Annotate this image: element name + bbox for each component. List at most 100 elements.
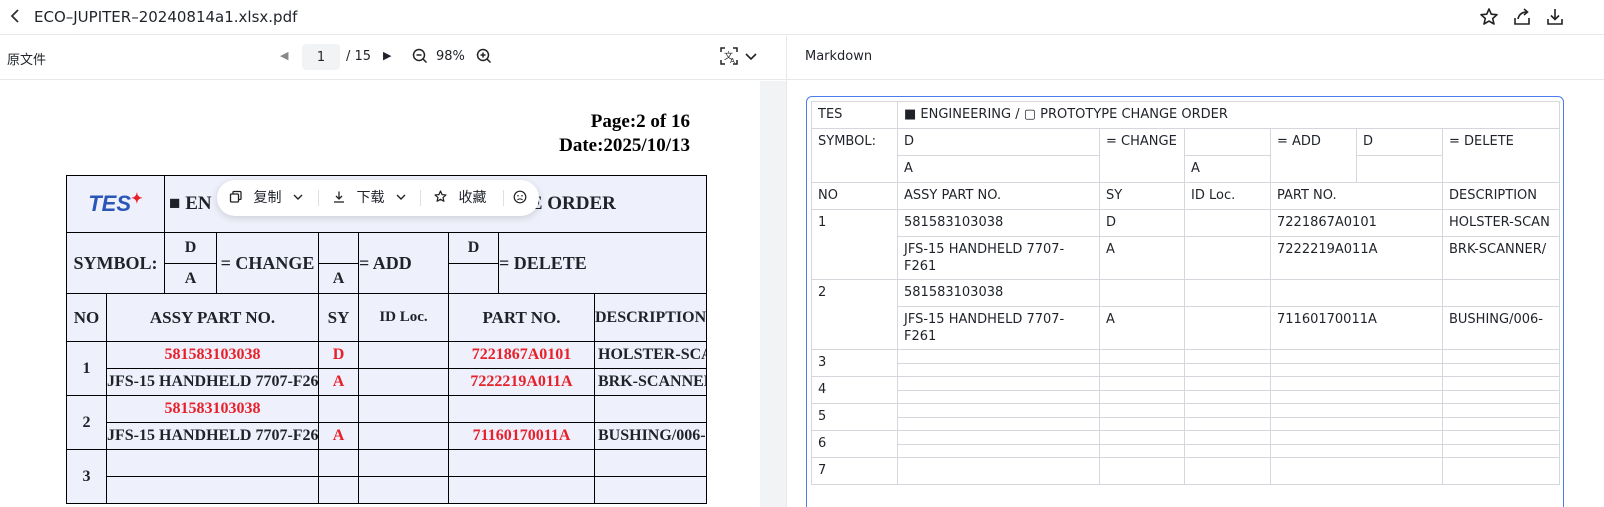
symbol-a-add: A [318, 263, 359, 294]
assy-part: 581583103038 [106, 395, 319, 423]
download-icon[interactable] [1544, 6, 1566, 28]
top-bar: ECO–JUPITER–20240814a1.xlsx.pdf [0, 0, 1604, 35]
md-cell: BRK-SCANNER/ [1441, 236, 1561, 280]
file-title: ECO–JUPITER–20240814a1.xlsx.pdf [34, 8, 298, 26]
date-line: Date:2025/10/13 [559, 135, 690, 156]
md-cell: A [1184, 155, 1271, 183]
star-icon [434, 190, 447, 202]
md-cell: 6 [811, 430, 898, 458]
md-cell: HOLSTER-SCAN [1441, 209, 1561, 237]
page-count-line: Page:2 of 16 [590, 111, 690, 132]
description: BRK-SCANNER/ [593, 368, 708, 396]
md-cell: JFS-15 HANDHELD 7707-F261 [897, 236, 1100, 280]
header-sy: SY [318, 293, 359, 342]
sy-code: D [318, 341, 359, 369]
selection-toolbar: 复制 下载 收藏 [217, 180, 539, 216]
md-cell-title: ■ ENGINEERING / ▢ PROTOTYPE CHANGE ORDER [896, 101, 1561, 129]
md-header: PART NO. [1270, 182, 1443, 210]
zoom-in-icon[interactable] [475, 47, 493, 65]
assy-part: 581583103038 [106, 341, 319, 369]
tes-logo: TES✦ [66, 175, 165, 233]
markdown-table-block[interactable]: TES ■ ENGINEERING / ▢ PROTOTYPE CHANGE O… [806, 96, 1564, 507]
md-cell: 71160170011A [1270, 306, 1443, 350]
md-cell: A [1099, 306, 1185, 350]
eco-table: TES✦ ■ EN ANGE ORDER SYMBOL: D = CHANGE =… [66, 175, 708, 504]
md-cell: 581583103038 [897, 279, 1100, 307]
prev-page-icon[interactable]: ◀ [280, 49, 288, 62]
share-icon[interactable] [1511, 6, 1533, 28]
md-cell: JFS-15 HANDHELD 7707-F261 [897, 306, 1100, 350]
zoom-level: 98% [436, 49, 465, 64]
favorite-button[interactable]: 收藏 [433, 189, 486, 207]
header-description: DESCRIPTION [593, 293, 708, 342]
copy-button[interactable]: 复制 [229, 189, 304, 207]
markdown-table: TES ■ ENGINEERING / ▢ PROTOTYPE CHANGE O… [811, 101, 1561, 485]
description: BUSHING/006- [593, 422, 708, 450]
md-cell: 5 [811, 403, 898, 431]
pdf-page: Page:2 of 16 Date:2025/10/13 TES✦ ■ EN AN… [0, 81, 760, 507]
translate-icon[interactable]: 文A [718, 45, 740, 67]
md-header: SY [1099, 182, 1185, 210]
header-part-no: PART NO. [448, 293, 595, 342]
md-cell: 4 [811, 376, 898, 404]
symbol-label: SYMBOL: [66, 232, 165, 294]
chevron-left-icon[interactable] [6, 6, 26, 26]
assy-part: JFS-15 HANDHELD 7707-F261 [106, 368, 319, 396]
md-cell: 7221867A0101 [1270, 209, 1443, 237]
assy-part: JFS-15 HANDHELD 7707-F261 [106, 422, 319, 450]
part-no: 7221867A0101 [448, 341, 595, 369]
md-cell: 7 [811, 457, 898, 485]
md-header: ASSY PART NO. [897, 182, 1100, 210]
md-cell: = DELETE [1441, 128, 1561, 183]
add-label: = ADD [358, 232, 449, 294]
zoom-out-icon[interactable] [411, 47, 429, 65]
description: HOLSTER-SCANN [593, 341, 708, 369]
md-cell: 581583103038 [897, 209, 1100, 237]
md-header: ID Loc. [1184, 182, 1271, 210]
original-file-label: 原文件 [7, 53, 47, 68]
scrollbar[interactable] [760, 81, 786, 507]
sy-code: A [318, 422, 359, 450]
chevron-down-icon [293, 194, 303, 200]
part-no: 7222219A011A [448, 368, 595, 396]
download-menu-button[interactable]: 下载 [332, 189, 407, 207]
md-cell: 1 [811, 209, 898, 280]
md-cell: TES [811, 101, 898, 129]
markdown-pane: TES ■ ENGINEERING / ▢ PROTOTYPE CHANGE O… [787, 81, 1604, 507]
chevron-down-icon[interactable] [744, 48, 758, 62]
symbol-d: D [164, 232, 217, 264]
md-cell: BUSHING/006- [1441, 306, 1561, 350]
row-no: 2 [66, 395, 107, 450]
next-page-icon[interactable]: ▶ [383, 49, 391, 62]
star-icon[interactable] [1478, 6, 1500, 28]
chevron-down-icon [396, 194, 406, 200]
md-cell: 7222219A011A [1270, 236, 1443, 280]
md-cell: = CHANGE [1099, 128, 1185, 183]
header-assy: ASSY PART NO. [106, 293, 319, 342]
md-cell: D [1356, 128, 1443, 156]
viewer-toolbar: 原文件 ◀ / 15 ▶ 98% 文A Markdown [0, 36, 1604, 80]
markdown-label: Markdown [805, 49, 873, 64]
md-cell: = ADD [1270, 128, 1357, 183]
download-icon [334, 191, 344, 203]
svg-text:A: A [730, 57, 735, 65]
pdf-pane: Page:2 of 16 Date:2025/10/13 TES✦ ■ EN AN… [0, 81, 786, 507]
header-id-loc: ID Loc. [358, 293, 449, 342]
md-header: DESCRIPTION [1441, 182, 1561, 210]
header-no: NO [66, 293, 107, 342]
feedback-face-icon[interactable] [513, 189, 527, 207]
md-cell: SYMBOL: [811, 128, 898, 183]
md-cell: 2 [811, 279, 898, 350]
row-no: 3 [66, 449, 107, 504]
copy-icon [229, 190, 242, 203]
md-cell: D [897, 128, 1100, 156]
symbol-a: A [164, 263, 217, 294]
row-no: 1 [66, 341, 107, 396]
page-total: / 15 [346, 49, 372, 64]
md-cell: D [1099, 209, 1185, 237]
md-header: NO [811, 182, 898, 210]
delete-label: = DELETE [497, 232, 708, 294]
md-cell: A [897, 155, 1100, 183]
sy-code: A [318, 368, 359, 396]
page-number-input[interactable] [302, 44, 340, 70]
